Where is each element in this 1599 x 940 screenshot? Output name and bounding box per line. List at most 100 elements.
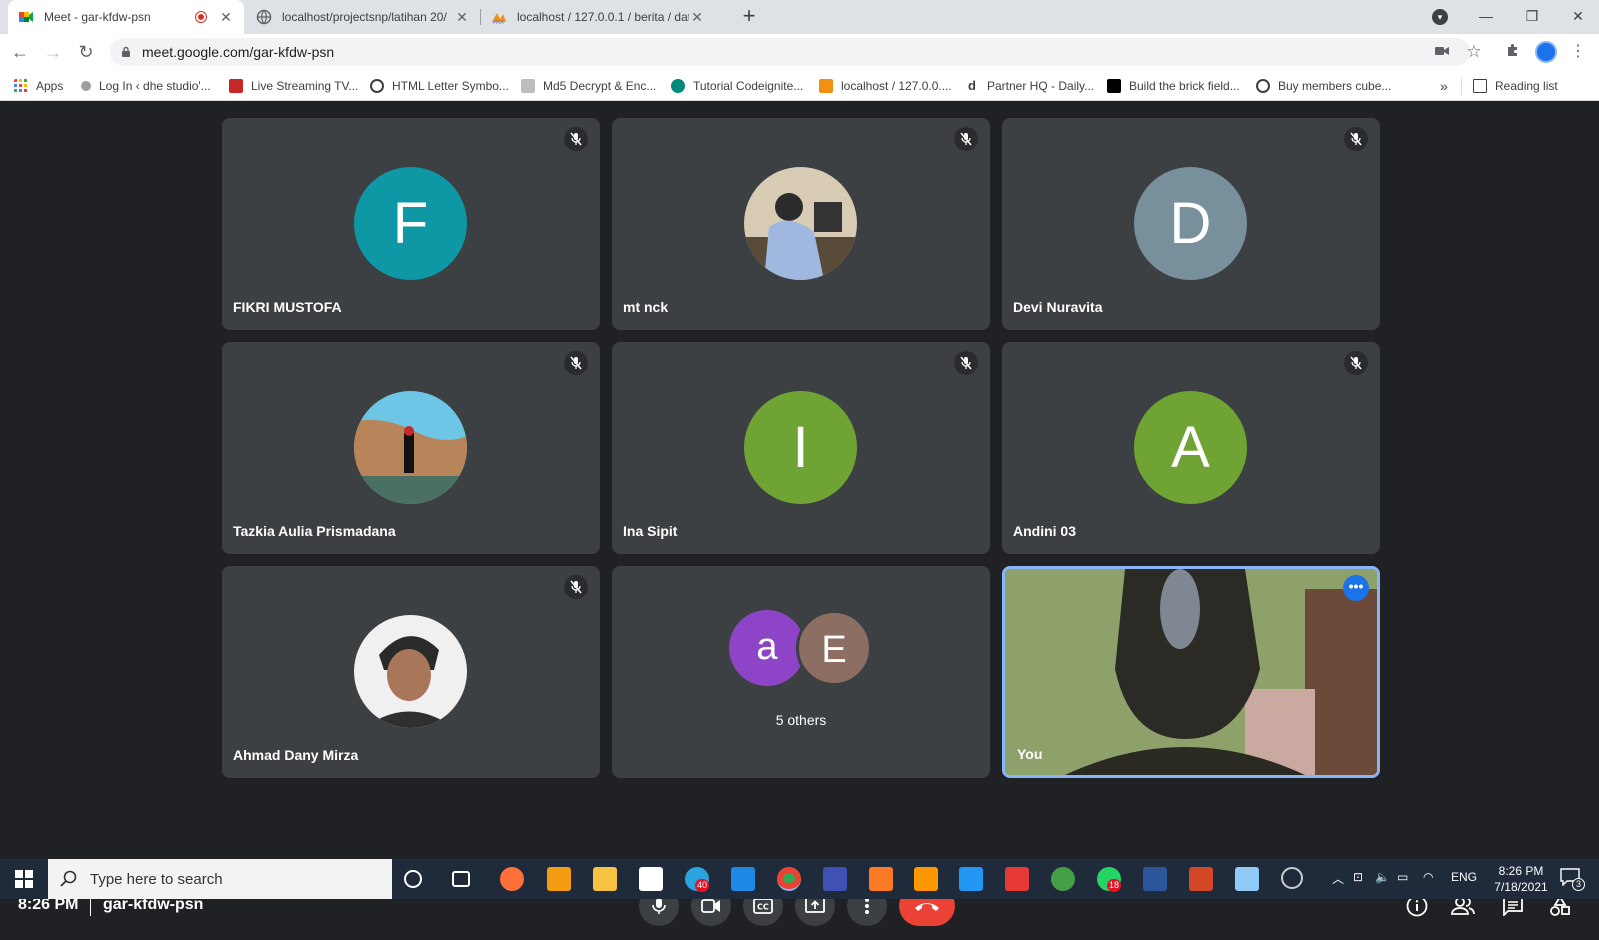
volume-icon[interactable]: 🔈	[1375, 870, 1390, 884]
more-options-button[interactable]: •••	[1343, 575, 1369, 601]
divider	[90, 898, 91, 916]
search-icon	[60, 870, 77, 887]
svg-text:CC: CC	[757, 903, 769, 912]
captions-icon: CC	[753, 898, 773, 914]
firefox-icon[interactable]	[500, 867, 524, 891]
taskbar-time: 8:26 PM	[1498, 864, 1544, 878]
bookmark-brick-field[interactable]: Build the brick field...	[1107, 76, 1240, 96]
bookmark-md5[interactable]: Md5 Decrypt & Enc...	[521, 76, 656, 96]
avatar: A	[1134, 391, 1247, 504]
avatar: a	[729, 610, 805, 686]
xampp-icon[interactable]	[869, 867, 893, 891]
store-icon[interactable]	[639, 867, 663, 891]
chrome-menu-icon[interactable]: ⋮	[1568, 42, 1588, 62]
bookmark-localhost[interactable]: localhost / 127.0.0....	[819, 76, 952, 96]
network-app-icon[interactable]	[1051, 867, 1075, 891]
present-icon	[805, 897, 825, 913]
forward-arrow-icon[interactable]: →	[41, 40, 65, 64]
chat-icon	[1503, 897, 1523, 916]
participant-tile[interactable]: mt nck	[612, 118, 990, 330]
meet-now-icon[interactable]: ⊡	[1353, 870, 1363, 884]
tab-title: Meet - gar-kfdw-psn	[44, 10, 151, 24]
participant-tile[interactable]: D Devi Nuravita	[1002, 118, 1380, 330]
microphone-icon	[652, 898, 666, 914]
bookmarks-overflow-icon[interactable]: »	[1440, 76, 1448, 96]
media-player-icon[interactable]	[547, 867, 571, 891]
bookmark-star-icon[interactable]: ☆	[1464, 42, 1484, 62]
reload-icon[interactable]: ↻	[74, 40, 98, 64]
recording-indicator-icon	[196, 12, 206, 22]
wifi-icon[interactable]: ◠	[1423, 870, 1433, 884]
extensions-puzzle-icon[interactable]	[1503, 42, 1523, 62]
tray-overflow-icon[interactable]: ︿	[1332, 870, 1344, 887]
participant-tile[interactable]: Tazkia Aulia Prismadana	[222, 342, 600, 554]
address-bar[interactable]: meet.google.com/gar-kfdw-psn	[110, 38, 1470, 66]
tab-phpmyadmin[interactable]: PMA localhost / 127.0.0.1 / berita / dat…	[481, 0, 715, 34]
close-tab-icon[interactable]: ✕	[689, 9, 705, 25]
obs-icon[interactable]	[1281, 867, 1303, 889]
bookmark-live-streaming[interactable]: Live Streaming TV...	[229, 76, 358, 96]
codeigniter-app-icon[interactable]	[1005, 867, 1029, 891]
globe-icon	[256, 9, 272, 25]
others-tile[interactable]: a E 5 others	[612, 566, 990, 778]
hang-up-icon	[915, 903, 939, 911]
file-explorer-icon[interactable]	[593, 867, 617, 891]
url-text: meet.google.com/gar-kfdw-psn	[142, 44, 335, 60]
notifications-button[interactable]: 3	[1560, 868, 1585, 891]
bookmark-codeigniter[interactable]: Tutorial Codeignite...	[671, 76, 803, 96]
bookmark-members-cube[interactable]: Buy members cube...	[1256, 76, 1391, 96]
bookmark-label: Tutorial Codeignite...	[693, 79, 804, 93]
chrome-icon[interactable]	[777, 867, 801, 891]
participant-name: Devi Nuravita	[1013, 299, 1103, 315]
battery-icon[interactable]: ▭	[1397, 870, 1408, 884]
participant-name: FIKRI MUSTOFA	[233, 299, 342, 315]
participant-tile[interactable]: F FIKRI MUSTOFA	[222, 118, 600, 330]
windows-logo-icon	[15, 870, 33, 888]
minimize-button[interactable]: —	[1463, 0, 1509, 34]
notes-app-icon[interactable]	[1235, 867, 1259, 891]
self-video-tile[interactable]: ••• You	[1002, 566, 1380, 778]
svg-text:PMA: PMA	[493, 20, 504, 25]
tab-meet[interactable]: Meet - gar-kfdw-psn ✕	[8, 0, 244, 34]
bookmark-label: Apps	[36, 79, 64, 93]
close-window-button[interactable]: ✕	[1555, 0, 1599, 34]
close-tab-icon[interactable]: ✕	[218, 9, 234, 25]
site-icon	[521, 79, 535, 93]
taskbar-search-box[interactable]: Type here to search	[48, 859, 392, 899]
bookmark-partner-hq[interactable]: d Partner HQ - Daily...	[965, 76, 1094, 96]
word-icon[interactable]	[1143, 867, 1167, 891]
participant-tile[interactable]: A Andini 03	[1002, 342, 1380, 554]
mail-icon[interactable]	[731, 867, 755, 891]
task-view-icon[interactable]	[452, 871, 470, 887]
reading-list-label: Reading list	[1495, 79, 1558, 93]
cortana-icon[interactable]	[404, 870, 422, 888]
site-icon	[671, 79, 685, 93]
participant-tile[interactable]: I Ina Sipit	[612, 342, 990, 554]
whatsapp-badge: 18	[1107, 879, 1122, 892]
windows-start-button[interactable]	[0, 859, 48, 899]
reading-list-button[interactable]: Reading list	[1473, 76, 1558, 96]
input-language[interactable]: ENG	[1451, 870, 1477, 884]
profile-avatar[interactable]	[1535, 41, 1557, 63]
powerpoint-icon[interactable]	[1189, 867, 1213, 891]
taskbar-date: 7/18/2021	[1494, 880, 1548, 894]
site-icon	[81, 81, 91, 91]
sublime-text-icon[interactable]	[914, 867, 938, 891]
bookmark-apps[interactable]: Apps	[14, 76, 63, 96]
new-tab-button[interactable]: +	[737, 5, 761, 29]
globe-icon	[1256, 79, 1270, 93]
close-tab-icon[interactable]: ✕	[454, 9, 470, 25]
mic-off-icon	[954, 351, 978, 375]
vscode-icon[interactable]	[959, 867, 983, 891]
back-arrow-icon[interactable]: ←	[8, 40, 32, 64]
tab-projectsnp[interactable]: localhost/projectsnp/latihan 20/ ✕	[246, 0, 480, 34]
bookmark-dhe-studio[interactable]: Log In ‹ dhe studio'...	[81, 76, 211, 96]
restore-button[interactable]: ❐	[1509, 0, 1555, 34]
bookmark-html-symbols[interactable]: HTML Letter Symbo...	[370, 76, 509, 96]
participant-tile[interactable]: Ahmad Dany Mirza	[222, 566, 600, 778]
azure-data-icon[interactable]	[823, 867, 847, 891]
taskbar-clock[interactable]: 8:26 PM 7/18/2021	[1487, 863, 1555, 895]
divider	[1461, 77, 1462, 95]
tab-search-icon[interactable]: ▾	[1432, 9, 1448, 25]
camera-in-use-icon[interactable]	[1432, 42, 1452, 62]
